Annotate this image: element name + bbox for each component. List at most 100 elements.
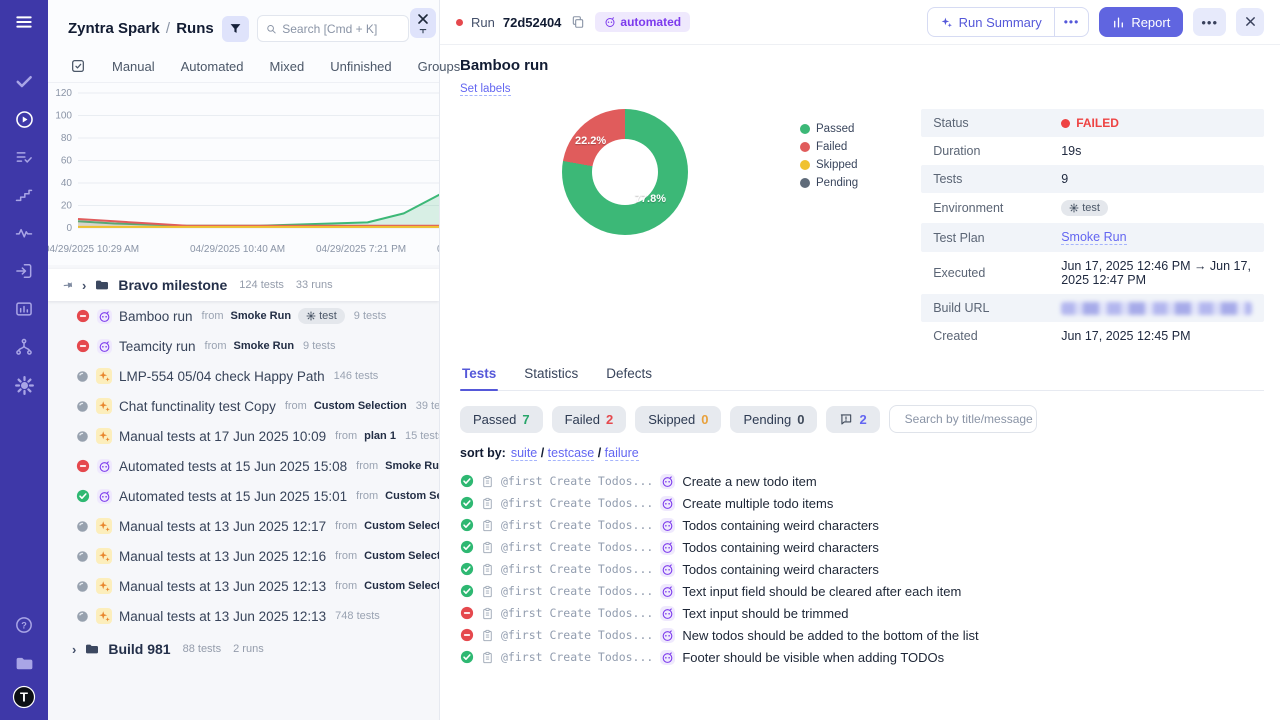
filter-button[interactable] [222, 16, 249, 42]
select-runs-icon[interactable] [70, 58, 86, 74]
tab-tests[interactable]: Tests [460, 366, 498, 390]
runs-tab-automated[interactable]: Automated [181, 59, 244, 74]
runs-tab-manual[interactable]: Manual [112, 59, 155, 74]
run-list-item[interactable]: Manual tests at 13 Jun 2025 12:13748 tes… [48, 601, 439, 631]
run-list-item[interactable]: Teamcity runfromSmoke Run9 tests [48, 331, 439, 361]
run-title: Manual tests at 13 Jun 2025 12:13 [119, 579, 326, 594]
test-row[interactable]: @first Create Todos...Todos containing w… [460, 536, 1264, 558]
filter-pill-passed[interactable]: Passed7 [460, 406, 543, 433]
folder-tests-count: 88 tests [183, 643, 222, 655]
sort-by-testcase[interactable]: testcase [548, 446, 595, 461]
automated-badge[interactable]: automated [595, 12, 690, 32]
run-status-finished-icon [76, 580, 89, 593]
analytics-icon[interactable] [0, 290, 48, 328]
legend-item-pending[interactable]: Pending [800, 177, 858, 189]
legend-label: Pending [816, 177, 858, 189]
test-row[interactable]: @first Create Todos...Text input field s… [460, 580, 1264, 602]
breadcrumb-project[interactable]: Zyntra Spark [68, 20, 160, 37]
run-list-item[interactable]: LMP-554 05/04 check Happy Path146 tests [48, 361, 439, 391]
run-status-failed-icon [76, 459, 90, 473]
folder-row-build-981[interactable]: › Build 981 88 tests 2 runs [48, 633, 439, 665]
svg-text:120: 120 [55, 88, 72, 99]
run-status-dot [456, 19, 463, 26]
test-title: Text input field should be cleared after… [682, 584, 961, 599]
menu-icon[interactable] [0, 0, 48, 44]
collapse-panel-button[interactable] [410, 8, 436, 38]
test-status-passed-icon [460, 540, 474, 554]
run-title: Manual tests at 13 Jun 2025 12:16 [119, 549, 326, 564]
filter-pill-comments[interactable]: 2 [826, 406, 879, 433]
test-title: Footer should be visible when adding TOD… [682, 650, 944, 665]
detail-value: test [1061, 200, 1108, 216]
projects-icon[interactable] [0, 644, 48, 682]
runs-tab-groups[interactable]: Groups [418, 59, 461, 74]
set-labels-link[interactable]: Set labels [460, 83, 511, 96]
run-list-item[interactable]: Manual tests at 13 Jun 2025 12:17fromCus… [48, 511, 439, 541]
test-row[interactable]: @first Create Todos...New todos should b… [460, 624, 1264, 646]
test-plan-link[interactable]: Smoke Run [1061, 230, 1126, 245]
checklist-icon[interactable] [0, 138, 48, 176]
run-detail-tabs: Tests Statistics Defects [460, 366, 1264, 391]
legend-item-failed[interactable]: Failed [800, 141, 858, 153]
sort-by-failure[interactable]: failure [605, 446, 639, 461]
test-row[interactable]: @first Create Todos...Footer should be v… [460, 646, 1264, 668]
settings-icon[interactable] [0, 366, 48, 404]
runs-tab-mixed[interactable]: Mixed [270, 59, 305, 74]
detail-row-tests: Tests9 [921, 165, 1264, 193]
run-summary-button[interactable]: Run Summary [928, 8, 1054, 36]
pulse-icon[interactable] [0, 214, 48, 252]
app-logo[interactable]: T [0, 682, 48, 720]
detail-label: Executed [933, 266, 1061, 280]
test-row[interactable]: @first Create Todos...Create a new todo … [460, 470, 1264, 492]
help-icon[interactable]: ? [0, 606, 48, 644]
comment-icon [839, 412, 853, 426]
runs-icon[interactable] [0, 100, 48, 138]
detail-row-status: StatusFAILED [921, 109, 1264, 137]
detail-row-test-plan: Test PlanSmoke Run [921, 223, 1264, 252]
sort-by-suite[interactable]: suite [511, 446, 537, 461]
chevron-right-icon[interactable]: › [72, 643, 76, 656]
test-row[interactable]: @first Create Todos...Create multiple to… [460, 492, 1264, 514]
run-list-item[interactable]: Automated tests at 15 Jun 2025 15:08from… [48, 451, 439, 481]
copy-run-id-button[interactable] [569, 13, 587, 31]
testcase-icon [481, 475, 494, 488]
run-status-finished-icon [76, 400, 89, 413]
tests-search[interactable] [889, 405, 1037, 433]
folder-row-bravo-milestone[interactable]: › Bravo milestone 124 tests 33 runs [48, 269, 439, 301]
filter-pill-skipped[interactable]: Skipped0 [635, 406, 721, 433]
chevron-right-icon[interactable]: › [82, 279, 86, 292]
tab-statistics[interactable]: Statistics [522, 366, 580, 390]
runs-search[interactable] [257, 15, 409, 42]
run-list-item[interactable]: Automated tests at 15 Jun 2025 15:01from… [48, 481, 439, 511]
run-list-item[interactable]: Manual tests at 13 Jun 2025 12:16fromCus… [48, 541, 439, 571]
legend-item-passed[interactable]: Passed [800, 123, 858, 135]
branches-icon[interactable] [0, 328, 48, 366]
run-list-item[interactable]: Manual tests at 13 Jun 2025 12:13fromCus… [48, 571, 439, 601]
runs-search-input[interactable] [282, 22, 400, 36]
runs-tab-unfinished[interactable]: Unfinished [330, 59, 391, 74]
steps-icon[interactable] [0, 176, 48, 214]
run-list-item[interactable]: Chat functinality test CopyfromCustom Se… [48, 391, 439, 421]
test-row[interactable]: @first Create Todos...Text input should … [460, 602, 1264, 624]
run-plan-name: Smoke Run [234, 340, 295, 352]
test-suite-path: @first Create Todos... [501, 606, 653, 620]
run-summary-more-button[interactable]: ••• [1054, 8, 1089, 36]
legend-item-skipped[interactable]: Skipped [800, 159, 858, 171]
automated-test-icon [660, 584, 675, 599]
filter-pill-failed[interactable]: Failed2 [552, 406, 627, 433]
build-url-redacted[interactable] [1061, 302, 1252, 315]
test-row[interactable]: @first Create Todos...Todos containing w… [460, 558, 1264, 580]
legend-label: Skipped [816, 159, 858, 171]
import-icon[interactable] [0, 252, 48, 290]
more-actions-button[interactable]: ••• [1193, 8, 1226, 36]
close-run-button[interactable] [1236, 8, 1264, 36]
report-button[interactable]: Report [1099, 7, 1183, 37]
manual-run-icon [96, 428, 112, 444]
run-list-item[interactable]: Manual tests at 17 Jun 2025 10:09frompla… [48, 421, 439, 451]
filter-pill-pending[interactable]: Pending0 [730, 406, 817, 433]
test-row[interactable]: @first Create Todos...Todos containing w… [460, 514, 1264, 536]
tests-icon[interactable] [0, 62, 48, 100]
tests-search-input[interactable] [905, 412, 1037, 426]
run-list-item[interactable]: Bamboo runfromSmoke Runtest9 tests [48, 301, 439, 331]
tab-defects[interactable]: Defects [604, 366, 654, 390]
